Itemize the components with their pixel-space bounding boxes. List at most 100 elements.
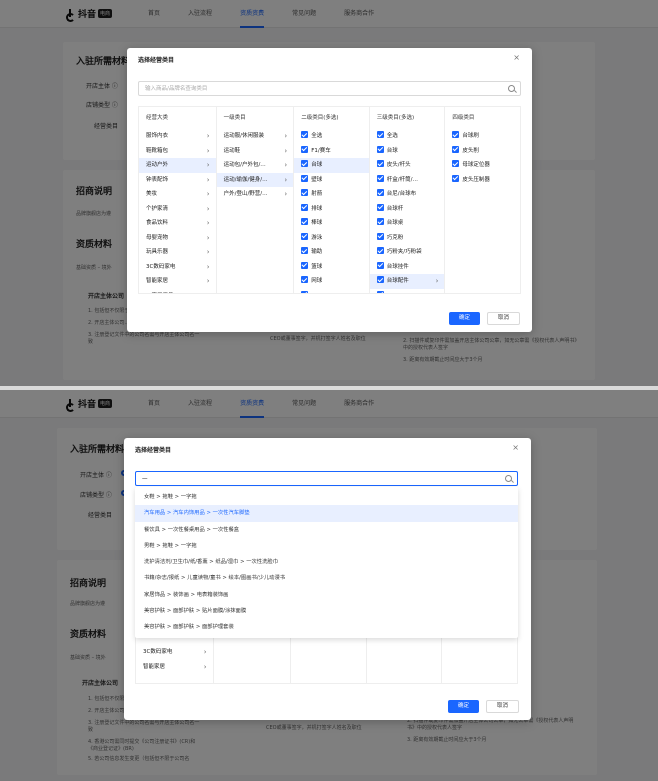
checkbox-checked-icon[interactable] bbox=[376, 247, 384, 254]
level2-category-item[interactable]: 输助 bbox=[294, 245, 369, 260]
search-result-item[interactable]: 男鞋 > 拖鞋 > 一字拖 bbox=[135, 538, 518, 554]
confirm-button[interactable]: 确定 bbox=[448, 312, 480, 325]
checkbox-checked-icon[interactable] bbox=[376, 174, 384, 182]
level2-category-item[interactable]: 棒球 bbox=[294, 216, 369, 231]
level1-category-item[interactable]: 运动/瑜伽/健身/… › bbox=[216, 172, 294, 187]
chevron-right-icon: › bbox=[284, 175, 288, 184]
checkbox-checked-icon[interactable] bbox=[376, 261, 384, 269]
level3-category-item[interactable]: … bbox=[370, 289, 445, 293]
checkbox-checked-icon[interactable] bbox=[301, 203, 309, 211]
level2-category-item[interactable]: F1/赛车 bbox=[294, 144, 369, 159]
level1-category-item[interactable]: 运动包/户外包/… › bbox=[217, 158, 294, 173]
checkbox-checked-icon[interactable] bbox=[301, 189, 309, 196]
search-result-item[interactable]: 家居饰品 > 装饰画 > 电表箱装饰画 bbox=[135, 587, 518, 603]
checkbox-checked-icon[interactable] bbox=[376, 290, 384, 293]
level3-category-item[interactable]: 巧粉夹/巧粉袋 bbox=[370, 245, 445, 260]
cancel-button[interactable]: 取消 bbox=[485, 700, 519, 713]
checkbox-checked-icon[interactable] bbox=[301, 218, 309, 225]
category-columns: 经营大类 服饰内衣 › 鞋靴箱包 › 运动户外 › 钟表配饰 › 美妆 › 个护家清 › 食品饮料 › 母婴… bbox=[138, 106, 521, 294]
main-category-item[interactable]: 3C数码家电 › bbox=[139, 260, 216, 275]
search-icon[interactable] bbox=[505, 475, 512, 482]
level3-category-item[interactable]: 巧克粉 bbox=[370, 231, 445, 246]
level3-category-item[interactable]: 台球配件 › bbox=[369, 274, 445, 289]
search-result-item[interactable]: 洗护清洁剂/卫生巾/纸/香薰 > 纸品/湿巾 > 一次性洗脸巾 bbox=[135, 554, 518, 570]
search-result-item[interactable]: 美容护肤 > 面部护肤 > 面部护理套装 bbox=[135, 619, 518, 635]
main-category-item[interactable]: 鞋靴箱包 › bbox=[139, 144, 216, 159]
search-icon[interactable] bbox=[508, 85, 515, 92]
checkbox-checked-icon[interactable] bbox=[376, 160, 384, 167]
main-category-item[interactable]: …家居用品 › bbox=[139, 289, 216, 294]
main-category-item[interactable]: 智能家居 › bbox=[136, 660, 213, 675]
level1-category-item[interactable]: 户外/登山/野营/… › bbox=[217, 187, 294, 202]
level3-category-item[interactable]: 全选 bbox=[370, 129, 445, 144]
level2-category-item[interactable]: 台球 bbox=[294, 158, 369, 173]
search-result-item[interactable]: 美容护肤 > 面部护肤 > 贴片面膜/涂抹面膜 bbox=[135, 603, 518, 619]
main-category-item[interactable]: 3C数码家电 › bbox=[136, 645, 213, 660]
main-category-item[interactable]: 运动户外 › bbox=[139, 158, 216, 173]
checkbox-checked-icon[interactable] bbox=[452, 160, 460, 167]
level2-category-item[interactable]: 游泳 bbox=[294, 231, 369, 246]
level3-category-item[interactable]: 台球挂件 bbox=[370, 260, 445, 275]
checkbox-checked-icon[interactable] bbox=[376, 145, 384, 153]
main-category-item[interactable]: 美妆 › bbox=[139, 187, 216, 202]
cancel-button[interactable]: 取消 bbox=[486, 312, 520, 325]
level1-category-item[interactable]: 运动服/休闲服装 › bbox=[217, 129, 294, 144]
level2-category-item[interactable]: 篮球 bbox=[294, 260, 369, 275]
checkbox-checked-icon[interactable] bbox=[301, 290, 309, 293]
checkbox-checked-icon[interactable] bbox=[376, 276, 384, 283]
checkbox-checked-icon[interactable] bbox=[301, 131, 309, 138]
checkbox-checked-icon[interactable] bbox=[376, 189, 384, 196]
checkbox-checked-icon[interactable] bbox=[376, 203, 384, 211]
level4-category-item[interactable]: 皮头削 bbox=[445, 144, 520, 159]
level3-category-item[interactable]: 杆盒/杆筒/… bbox=[370, 173, 445, 188]
checkbox-checked-icon[interactable] bbox=[301, 160, 309, 167]
search-result-item[interactable]: 餐饮具 > 一次性餐桌用品 > 一次性餐盒 bbox=[135, 522, 518, 538]
confirm-button[interactable]: 确定 bbox=[447, 700, 479, 713]
level3-category-item[interactable]: 皮头/杆头 bbox=[370, 158, 445, 173]
checkbox-checked-icon[interactable] bbox=[452, 145, 460, 153]
search-result-item[interactable]: 书籍/杂志/报纸 > 儿童读物/童书 > 绘本/图画书/少儿动漫书 bbox=[135, 570, 518, 586]
main-category-item[interactable]: 食品饮料 › bbox=[139, 216, 216, 231]
checkbox-checked-icon[interactable] bbox=[452, 174, 460, 182]
main-category-item[interactable]: 智能家居 › bbox=[139, 274, 216, 289]
category-modal: 选择经营类目 × 女鞋 > 拖鞋 > 一字拖汽车用品 > 汽车内饰用品 > 一次… bbox=[124, 438, 531, 720]
checkbox-checked-icon[interactable] bbox=[376, 131, 384, 138]
level3-category-item[interactable]: 台球杆 bbox=[370, 202, 445, 217]
level2-category-item[interactable]: 全选 bbox=[294, 129, 369, 144]
main-category-item[interactable]: 母婴宠物 › bbox=[139, 231, 216, 246]
col-level1: 一级类目 运动服/休闲服装 › 运动鞋 › 运动包/户外包/… › 运动/瑜伽/健身/… › 户… bbox=[216, 107, 295, 293]
level2-category-item[interactable]: … bbox=[294, 289, 369, 293]
search-result-item[interactable]: 女鞋 > 拖鞋 > 一字拖 bbox=[135, 489, 518, 505]
close-icon[interactable]: × bbox=[513, 54, 520, 62]
checkbox-checked-icon[interactable] bbox=[301, 261, 309, 269]
level1-category-item[interactable]: 运动鞋 › bbox=[217, 144, 294, 159]
chevron-right-icon: › bbox=[206, 277, 210, 285]
main-category-item[interactable]: 服饰内衣 › bbox=[139, 129, 216, 144]
level3-category-item[interactable]: 台球桌 bbox=[370, 216, 445, 231]
level2-category-item[interactable]: 网球 bbox=[294, 274, 369, 289]
search-result-item[interactable]: 汽车用品 > 汽车内饰用品 > 一次性汽车脚垫 bbox=[135, 505, 518, 522]
checkbox-checked-icon[interactable] bbox=[301, 232, 309, 240]
checkbox-checked-icon[interactable] bbox=[301, 145, 309, 153]
checkbox-checked-icon[interactable] bbox=[376, 232, 384, 240]
checkbox-checked-icon[interactable] bbox=[301, 247, 309, 254]
level4-category-item[interactable]: 皮头压制器 bbox=[445, 173, 520, 188]
main-category-label: 智能家居 bbox=[146, 278, 169, 284]
level4-category-item[interactable]: 母球定位器 bbox=[445, 158, 520, 173]
main-category-item[interactable]: 个护家清 › bbox=[139, 202, 216, 217]
level2-category-item[interactable]: 排球 bbox=[294, 202, 369, 217]
level3-category-item[interactable]: 台尼/台球布 bbox=[370, 187, 445, 202]
checkbox-checked-icon[interactable] bbox=[376, 218, 384, 225]
checkbox-checked-icon[interactable] bbox=[301, 174, 309, 182]
main-category-item[interactable]: 钟表配饰 › bbox=[139, 173, 216, 188]
checkbox-checked-icon[interactable] bbox=[452, 131, 460, 138]
search-input[interactable] bbox=[142, 474, 492, 484]
close-icon[interactable]: × bbox=[512, 444, 519, 452]
level2-category-item[interactable]: 壁球 bbox=[294, 173, 369, 188]
checkbox-checked-icon[interactable] bbox=[301, 276, 309, 283]
search-input[interactable] bbox=[145, 84, 495, 94]
level2-category-item[interactable]: 射箭 bbox=[294, 187, 369, 202]
level4-category-item[interactable]: 台球刷 bbox=[445, 129, 520, 144]
main-category-item[interactable]: 玩具乐器 › bbox=[139, 245, 216, 260]
level3-category-item[interactable]: 台球 bbox=[370, 144, 445, 159]
